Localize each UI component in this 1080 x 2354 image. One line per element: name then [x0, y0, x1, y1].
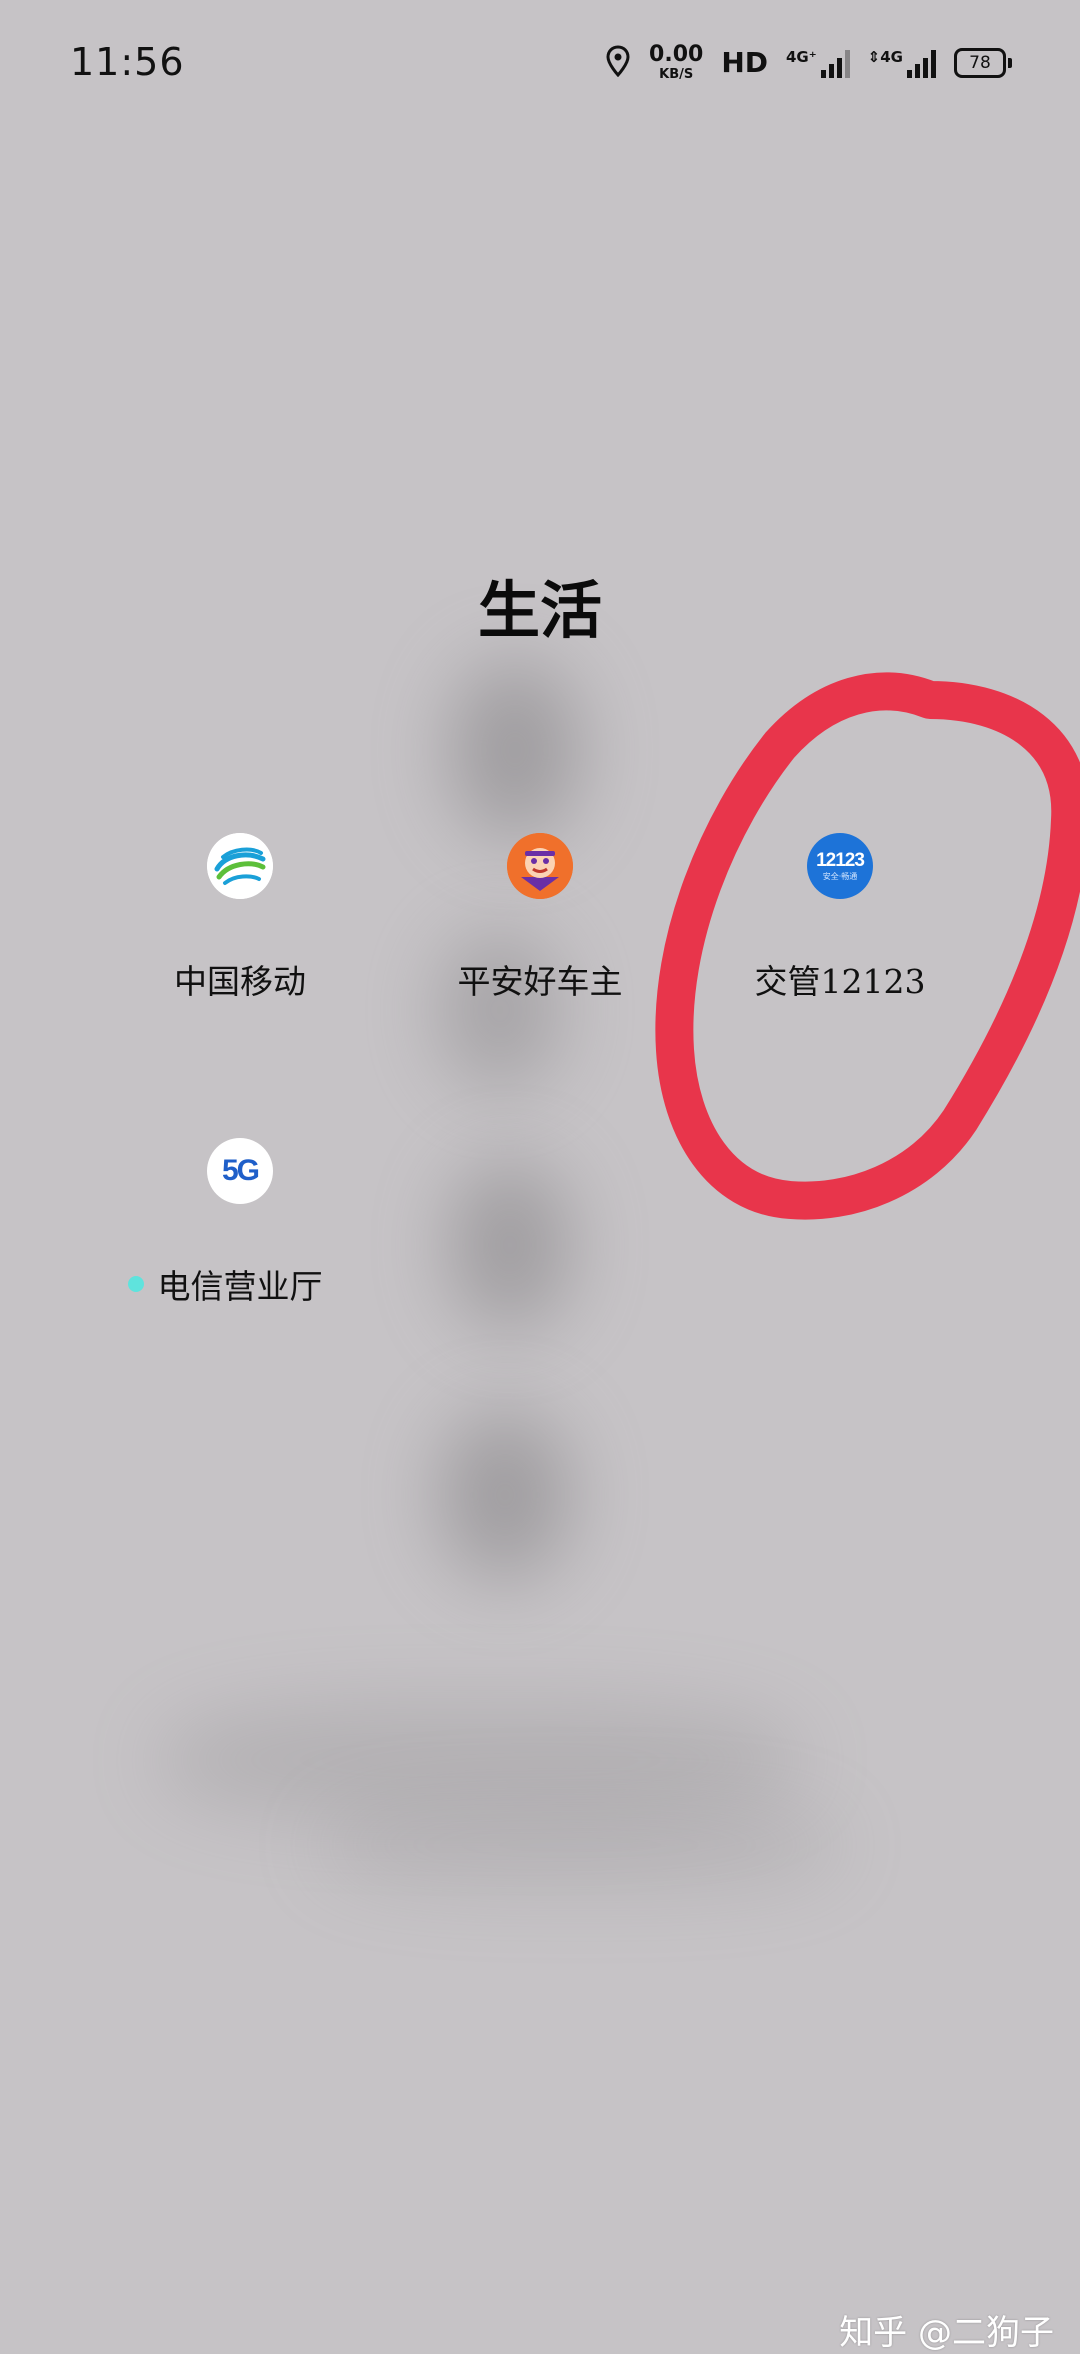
new-badge-dot: [127, 1276, 144, 1292]
background-blur: [450, 660, 580, 840]
telecom-5g-icon: 5G: [207, 1138, 273, 1204]
traffic-icon-text: 12123: [816, 850, 865, 871]
folder-title[interactable]: 生活: [0, 560, 1080, 650]
watermark: 知乎 @二狗子: [839, 2313, 1054, 2353]
app-china-mobile[interactable]: 中国移动: [90, 833, 390, 1003]
battery-icon: 78: [954, 47, 1012, 78]
background-blur: [440, 1410, 570, 1580]
app-telecom-hall[interactable]: 5G 电信营业厅: [90, 1138, 390, 1308]
network-speed-unit: KB/S: [659, 67, 694, 82]
app-label-with-badge: 电信营业厅: [127, 1260, 323, 1308]
location-icon: [605, 44, 631, 81]
signal-icon: [907, 48, 936, 78]
battery-level: 78: [954, 47, 1006, 78]
app-traffic-12123[interactable]: 12123 安全·畅通 交管12123: [690, 833, 990, 1003]
background-blur: [450, 1160, 570, 1330]
sim1-network-label: 4G⁺: [786, 47, 817, 66]
sim2-network-label: ⇕4G: [867, 47, 903, 66]
telecom-icon-text: 5G: [221, 1154, 260, 1187]
status-bar: 11:56 0.00 KB/S HD 4G⁺ ⇕4G 78: [0, 0, 1080, 130]
sim2-signal: ⇕4G: [868, 48, 936, 78]
app-pingan-car-owner[interactable]: 平安好车主: [390, 833, 690, 1003]
traffic-12123-icon: 12123 安全·畅通: [807, 833, 873, 899]
china-mobile-icon: [207, 833, 273, 899]
pingan-car-owner-icon: [507, 833, 573, 899]
app-label: 中国移动: [174, 962, 306, 1001]
status-time: 11:56: [70, 40, 185, 84]
hd-indicator: HD: [721, 46, 768, 79]
status-icons: 0.00 KB/S HD 4G⁺ ⇕4G 78: [605, 44, 1012, 81]
app-label: 平安好车主: [457, 962, 623, 1001]
network-speed-value: 0.00: [649, 42, 704, 67]
app-label: 电信营业厅: [157, 1267, 323, 1306]
traffic-icon-subtext: 安全·畅通: [822, 872, 858, 881]
app-label: 交管12123: [754, 962, 926, 1001]
signal-icon: [820, 48, 850, 78]
sim1-signal: 4G⁺: [786, 48, 850, 78]
network-speed: 0.00 KB/S: [649, 42, 704, 82]
background-blur: [320, 1800, 840, 1890]
